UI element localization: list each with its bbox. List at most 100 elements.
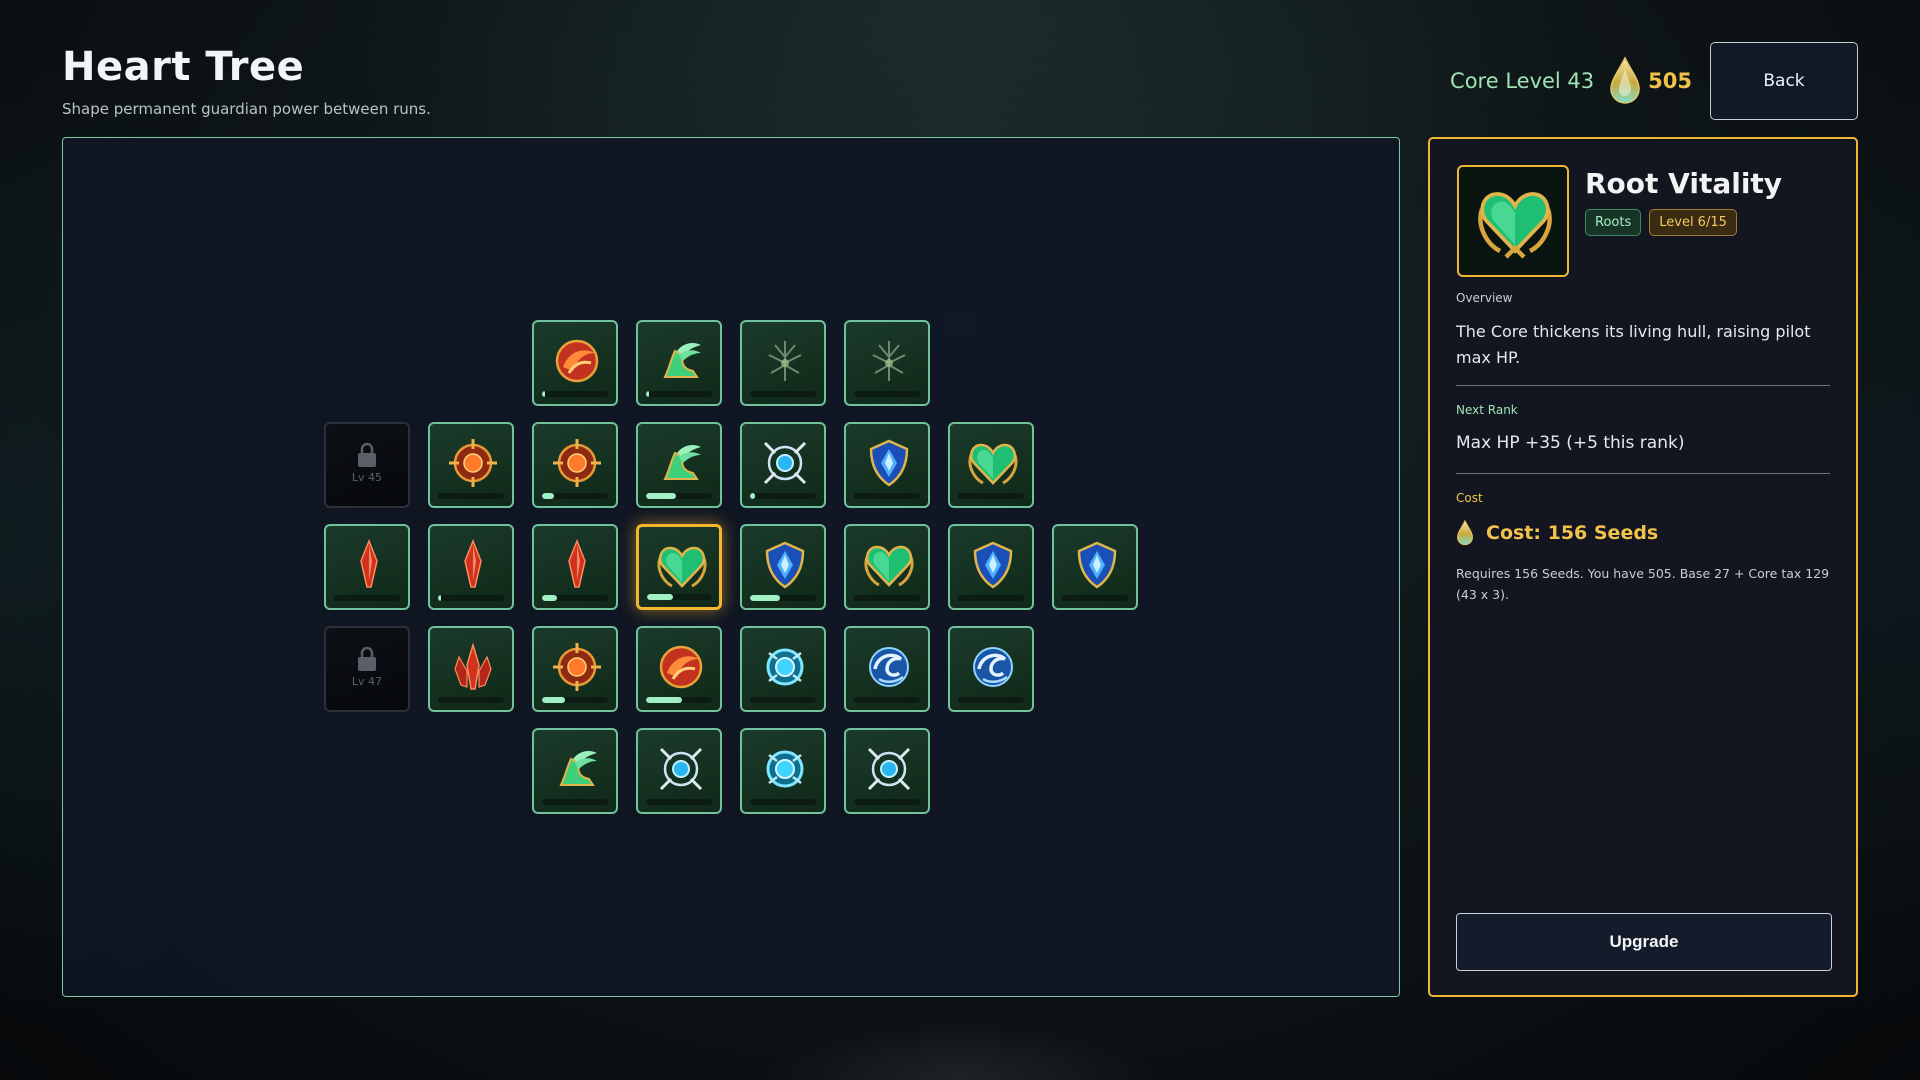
skill-node[interactable] xyxy=(948,524,1034,610)
progress-fill xyxy=(646,493,676,499)
skill-node[interactable] xyxy=(740,422,826,508)
skill-node[interactable] xyxy=(532,626,618,712)
frost-crosshair-icon xyxy=(659,747,703,791)
progress-fill xyxy=(542,595,557,601)
skill-node[interactable] xyxy=(636,524,722,610)
fire-orb-icon xyxy=(659,645,703,689)
overview-text: The Core thickens its living hull, raisi… xyxy=(1456,322,1811,367)
skill-node[interactable] xyxy=(636,626,722,712)
skill-node[interactable] xyxy=(844,524,930,610)
skill-node-locked[interactable]: Lv 47 xyxy=(324,626,410,712)
fire-crosshair-icon xyxy=(553,439,601,487)
red-crystal-icon xyxy=(464,538,482,588)
detail-icon-frame xyxy=(1457,165,1569,277)
progress-fill xyxy=(750,493,756,499)
detail-tags: Roots Level 6/15 xyxy=(1585,209,1737,236)
progress-fill xyxy=(750,595,780,601)
winged-boot-icon xyxy=(663,343,701,378)
skill-node[interactable] xyxy=(532,422,618,508)
skill-node[interactable] xyxy=(636,320,722,406)
progress-bar xyxy=(542,391,608,397)
cost-label: Cost xyxy=(1456,491,1483,505)
skill-node[interactable] xyxy=(532,320,618,406)
progress-bar xyxy=(750,697,816,703)
lock-icon xyxy=(358,442,376,467)
progress-fill xyxy=(438,595,442,601)
skill-node[interactable] xyxy=(636,728,722,814)
progress-bar xyxy=(542,697,608,703)
dim-thorn-sigil-icon xyxy=(872,341,906,381)
progress-bar xyxy=(646,391,712,397)
cost-line: Cost: 156 Seeds xyxy=(1456,519,1658,547)
skill-node[interactable] xyxy=(532,524,618,610)
core-level-label: Core Level 43 xyxy=(1450,69,1595,93)
progress-bar xyxy=(854,799,920,805)
divider xyxy=(1456,473,1830,474)
fire-orb-icon xyxy=(555,339,599,383)
blue-shield-icon xyxy=(765,541,805,589)
progress-fill xyxy=(542,697,566,703)
cyan-ring-icon xyxy=(766,750,804,788)
lock-overlay: Lv 47 xyxy=(326,646,408,688)
skill-node[interactable] xyxy=(428,626,514,712)
detail-name: Root Vitality xyxy=(1585,167,1783,200)
progress-fill xyxy=(646,697,683,703)
seed-icon xyxy=(1610,56,1640,104)
skill-node[interactable] xyxy=(844,320,930,406)
progress-fill xyxy=(647,594,673,600)
progress-bar xyxy=(750,799,816,805)
progress-bar xyxy=(750,391,816,397)
progress-bar xyxy=(542,493,608,499)
emerald-heart-icon xyxy=(1478,192,1552,259)
blue-shield-icon xyxy=(1077,541,1117,589)
fire-crosshair-icon xyxy=(449,439,497,487)
winged-boot-icon xyxy=(663,445,701,480)
frost-crosshair-icon xyxy=(867,747,911,791)
skill-node[interactable] xyxy=(636,422,722,508)
lock-overlay: Lv 45 xyxy=(326,442,408,484)
progress-bar xyxy=(646,493,712,499)
overview-label: Overview xyxy=(1456,291,1513,305)
skill-node[interactable] xyxy=(740,728,826,814)
skill-node[interactable] xyxy=(844,728,930,814)
progress-bar xyxy=(438,697,504,703)
dim-thorn-sigil-icon xyxy=(768,341,802,381)
progress-bar xyxy=(646,697,712,703)
seed-icon xyxy=(1457,519,1473,546)
floor-glow xyxy=(760,1020,1160,1080)
skill-node[interactable] xyxy=(948,422,1034,508)
progress-bar xyxy=(647,594,711,600)
skill-node[interactable] xyxy=(948,626,1034,712)
progress-bar xyxy=(1062,595,1128,601)
emerald-heart-icon xyxy=(968,443,1018,485)
cost-note: Requires 156 Seeds. You have 505. Base 2… xyxy=(1456,566,1830,602)
skill-node[interactable] xyxy=(532,728,618,814)
cyan-ring-icon xyxy=(766,648,804,686)
skill-node-locked[interactable]: Lv 45 xyxy=(324,422,410,508)
skill-node[interactable] xyxy=(740,524,826,610)
emerald-heart-icon xyxy=(864,545,914,587)
lock-level-label: Lv 47 xyxy=(351,675,383,688)
skill-node[interactable] xyxy=(844,422,930,508)
blue-shield-icon xyxy=(973,541,1013,589)
skill-node[interactable] xyxy=(844,626,930,712)
progress-fill xyxy=(542,391,546,397)
level-tag: Level 6/15 xyxy=(1649,209,1737,236)
skill-node[interactable] xyxy=(428,524,514,610)
skill-node[interactable] xyxy=(324,524,410,610)
tree-panel: Lv 45 Lv 47 xyxy=(62,137,1400,997)
detail-panel: Root Vitality Roots Level 6/15 Overview … xyxy=(1428,137,1858,997)
lock-icon xyxy=(358,646,376,671)
progress-bar xyxy=(854,391,920,397)
skill-node[interactable] xyxy=(1052,524,1138,610)
frost-crosshair-icon xyxy=(763,441,807,485)
upgrade-button[interactable]: Upgrade xyxy=(1456,913,1832,971)
skill-node[interactable] xyxy=(740,626,826,712)
winged-boot-icon xyxy=(559,751,597,786)
skill-node[interactable] xyxy=(428,422,514,508)
back-button[interactable]: Back xyxy=(1710,42,1858,120)
skill-node[interactable] xyxy=(740,320,826,406)
blue-shield-icon xyxy=(869,439,909,487)
progress-fill xyxy=(542,493,554,499)
fire-crosshair-icon xyxy=(553,643,601,691)
